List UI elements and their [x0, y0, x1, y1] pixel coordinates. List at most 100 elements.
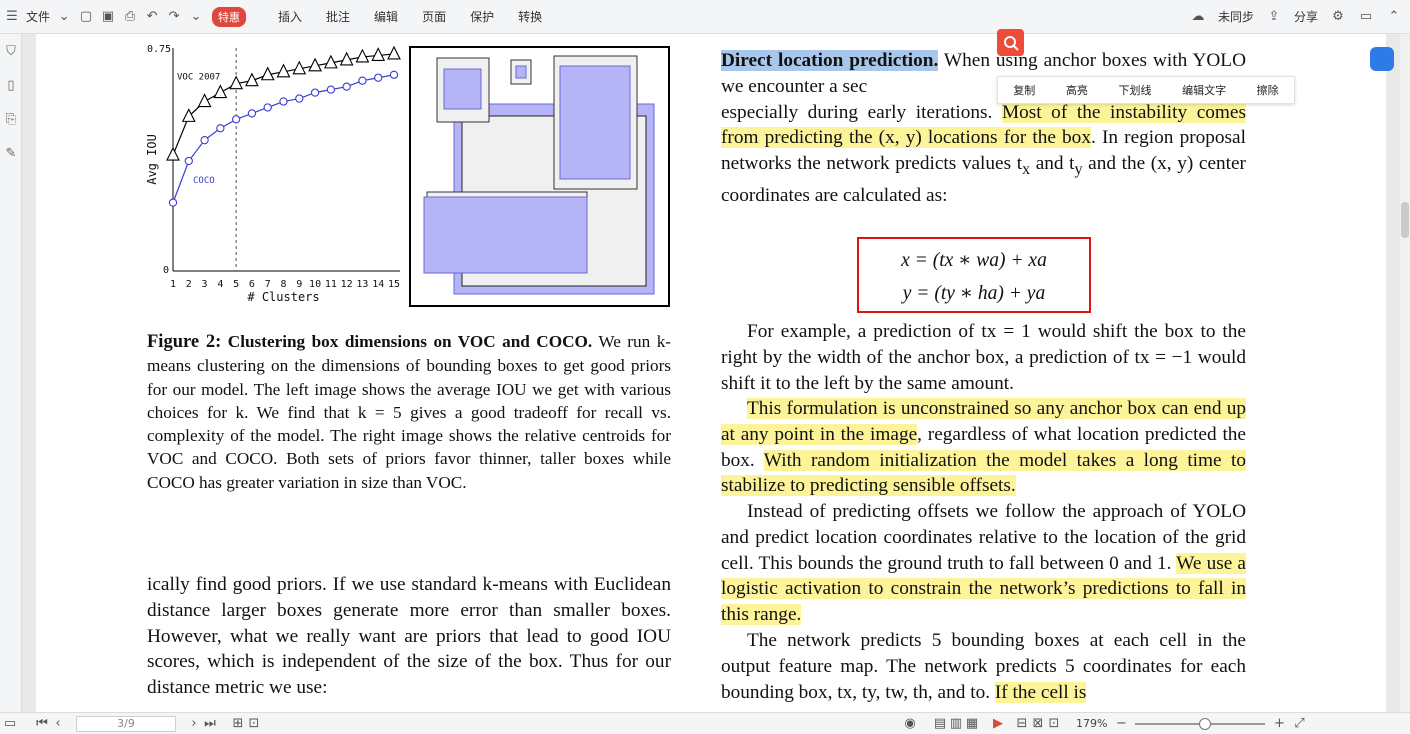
zoom-in-icon[interactable]: + — [1271, 716, 1287, 732]
equation-box: x = (tx ∗ wa) + xa y = (ty ∗ ha) + ya — [857, 237, 1091, 313]
right-paragraph-4: Instead of predicting offsets we follow … — [721, 499, 1246, 628]
zoom-level[interactable]: 179% — [1076, 717, 1107, 730]
coco-point — [342, 82, 351, 91]
sub-x: x — [1022, 161, 1031, 179]
undo-icon[interactable]: ↶ — [144, 9, 160, 25]
sync-status[interactable]: 未同步 — [1218, 8, 1254, 25]
eye-icon[interactable]: ◉ — [902, 716, 918, 732]
chevron-down-icon[interactable]: ⌄ — [56, 9, 72, 25]
x-axis-label: # Clusters — [247, 290, 319, 304]
share-button[interactable]: 分享 — [1294, 8, 1318, 25]
x-tick-label: 1 — [170, 279, 176, 290]
voc-series-label: VOC 2007 — [177, 73, 220, 83]
x-tick-label: 4 — [217, 279, 223, 290]
fullscreen-icon[interactable]: ⊡ — [1046, 716, 1062, 732]
floating-search-button[interactable] — [997, 29, 1024, 56]
y-tick-bottom: 0 — [163, 265, 169, 276]
redo-icon[interactable]: ↷ — [166, 9, 182, 25]
single-page-icon[interactable]: ▤ — [932, 716, 948, 732]
fit-width-icon[interactable]: ⊟ — [1014, 716, 1030, 732]
document-viewport[interactable]: 0.75 0 1 2 3 4 5 6 7 8 9 10 11 12 13 14 15 Avg IOU # Clust… — [22, 34, 1410, 712]
save-icon[interactable]: ▣ — [100, 9, 116, 25]
last-page-icon[interactable]: ⏭ — [202, 716, 218, 732]
layout-icon[interactable]: ▭ — [2, 716, 18, 732]
coco-point — [184, 156, 193, 166]
collapse-icon[interactable]: ⌃ — [1386, 9, 1402, 25]
centroid-diagram — [409, 46, 670, 307]
x-tick-label: 8 — [280, 279, 286, 290]
highlight-random-init: With random initialization the model tak… — [721, 449, 1246, 497]
add-page-icon[interactable]: ⊞ — [230, 716, 246, 732]
coco-point — [168, 198, 178, 207]
caption-text: We run k-means clustering on the dimensi… — [147, 332, 672, 492]
equation-y: y = (ty ∗ ha) + ya — [902, 283, 1046, 304]
print-icon[interactable]: ⎙ — [122, 9, 138, 25]
menu-protect[interactable]: 保护 — [458, 8, 506, 25]
zoom-slider-knob[interactable] — [1199, 717, 1212, 730]
x-tick-label: 15 — [388, 279, 400, 290]
settings-icon[interactable]: ⚙ — [1330, 9, 1346, 25]
menu-annotate[interactable]: 批注 — [314, 8, 362, 25]
voc-point — [197, 93, 212, 108]
menu-edit[interactable]: 编辑 — [362, 8, 410, 25]
export-icon[interactable]: ⊡ — [246, 716, 262, 732]
signature-icon[interactable]: ✎ — [0, 136, 22, 170]
ctx-underline[interactable]: 下划线 — [1118, 82, 1151, 98]
equation-x: x = (tx ∗ wa) + xa — [901, 250, 1047, 271]
promo-badge[interactable]: 特惠 — [212, 6, 247, 27]
next-page-icon[interactable]: › — [186, 716, 202, 732]
figure-caption: Figure 2: Clustering box dimensions on V… — [147, 330, 671, 494]
play-icon[interactable]: ▶ — [990, 716, 1006, 732]
x-tick-label: 3 — [202, 279, 208, 290]
page-number-input[interactable]: 3/9 — [76, 715, 176, 732]
pdf-page: 0.75 0 1 2 3 4 5 6 7 8 9 10 11 12 13 14 15 Avg IOU # Clust… — [36, 34, 1386, 712]
vertical-scrollbar[interactable] — [1400, 34, 1410, 712]
sub-y: y — [1074, 161, 1083, 179]
thumbnail-icon[interactable]: ▯ — [0, 68, 22, 102]
x-tick-label: 11 — [325, 279, 337, 290]
continuous-icon[interactable]: ▦ — [964, 716, 980, 732]
open-folder-icon[interactable]: ▢ — [78, 9, 94, 25]
file-menu[interactable]: 文件 — [26, 8, 50, 25]
coco-point — [295, 94, 304, 103]
share-icon[interactable]: ⇪ — [1266, 9, 1282, 25]
voc-point — [355, 48, 370, 63]
bottom-status-bar: ▭ ⏮ ‹ 3/9 › ⏭ ⊞ ⊡ ◉ ▤ ▥ ▦ ▶ ⊟ ⊠ ⊡ 179% −… — [0, 712, 1410, 734]
translate-button[interactable] — [1370, 47, 1394, 71]
ctx-copy[interactable]: 复制 — [1013, 82, 1035, 98]
highlight-cell: If the cell is — [994, 681, 1087, 703]
voc-point — [166, 146, 180, 161]
bookmark-icon[interactable]: ⛉ — [0, 34, 22, 68]
fit-page-icon[interactable]: ⊠ — [1030, 716, 1046, 732]
ctx-highlight[interactable]: 高亮 — [1066, 82, 1088, 98]
menu-convert[interactable]: 转换 — [506, 8, 554, 25]
x-tick-label: 12 — [341, 279, 353, 290]
coco-point — [216, 124, 225, 133]
coco-point — [263, 103, 272, 112]
first-page-icon[interactable]: ⏮ — [34, 716, 50, 732]
voc-point — [371, 47, 386, 61]
coco-point — [374, 73, 383, 82]
right-paragraph-3: This formulation is unconstrained so any… — [721, 396, 1246, 499]
prev-page-icon[interactable]: ‹ — [50, 716, 66, 732]
more-chevron-icon[interactable]: ⌄ — [188, 9, 204, 25]
expand-icon[interactable]: ⤢ — [1291, 716, 1307, 732]
left-body-paragraph: ically find good priors. If we use stand… — [147, 574, 671, 699]
double-page-icon[interactable]: ▥ — [948, 716, 964, 732]
voc-point — [213, 84, 228, 99]
cloud-icon[interactable]: ☁ — [1190, 9, 1206, 25]
ctx-erase[interactable]: 擦除 — [1257, 82, 1279, 98]
x-tick-label: 7 — [265, 279, 271, 290]
zoom-out-icon[interactable]: − — [1113, 716, 1129, 732]
scroll-thumb[interactable] — [1401, 202, 1409, 238]
attachment-icon[interactable]: ⎘ — [0, 102, 22, 136]
x-tick-label: 10 — [309, 279, 321, 290]
selection-context-menu: 复制 高亮 下划线 编辑文字 擦除 — [997, 76, 1295, 104]
zoom-slider[interactable] — [1135, 717, 1266, 730]
hamburger-icon[interactable]: ☰ — [4, 9, 20, 25]
menu-page[interactable]: 页面 — [410, 8, 458, 25]
voc-point — [387, 45, 401, 60]
comment-icon[interactable]: ▭ — [1358, 9, 1374, 25]
menu-insert[interactable]: 插入 — [266, 8, 314, 25]
ctx-edit-text[interactable]: 编辑文字 — [1182, 82, 1226, 98]
